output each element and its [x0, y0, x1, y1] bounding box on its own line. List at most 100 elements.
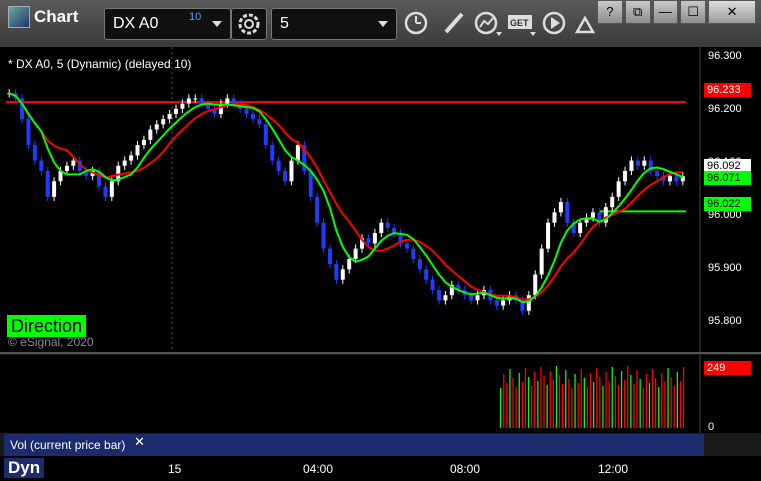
volume-bar — [500, 388, 502, 428]
volume-bar — [596, 368, 598, 428]
candle-body — [334, 264, 339, 280]
candle-body — [533, 274, 538, 296]
candle-body — [385, 222, 390, 228]
candle-body — [103, 186, 108, 197]
candle-body — [526, 295, 531, 311]
volume-bar — [664, 382, 666, 428]
close-icon[interactable]: ✕ — [134, 434, 145, 450]
candle-body — [308, 170, 313, 197]
studies-button[interactable] — [472, 8, 504, 38]
volume-tab-label: Vol (current price bar) — [10, 438, 126, 452]
volume-tab[interactable]: Vol (current price bar) ✕ — [4, 434, 704, 456]
green-line-price-badge: 96.022 — [704, 197, 751, 211]
volume-bar — [599, 377, 601, 428]
candle-body — [430, 279, 435, 291]
chevron-down-icon — [378, 21, 388, 27]
volume-bar — [521, 382, 523, 428]
candle-body — [475, 295, 480, 301]
volume-bar — [658, 387, 660, 428]
interval-text: 5 — [280, 15, 289, 32]
title-bar: Chart DX A0 10 5 GET ? ⧉ — ☐ ✕ — [0, 0, 761, 47]
candle-body — [109, 181, 114, 197]
candle-body — [250, 113, 255, 120]
volume-bar — [580, 369, 582, 428]
clock-button[interactable] — [400, 8, 432, 38]
chevron-down-icon — [212, 21, 222, 27]
pencil-icon — [444, 12, 464, 34]
candle-body — [552, 212, 557, 223]
candle-body — [231, 98, 236, 104]
candle-body — [161, 119, 166, 125]
clock-icon — [404, 11, 428, 35]
candle-body — [64, 165, 69, 171]
candle-body — [129, 155, 134, 161]
candle-body — [494, 300, 499, 306]
settings-button[interactable] — [231, 8, 267, 40]
volume-bar — [648, 383, 651, 428]
volume-max-badge: 249 — [704, 361, 751, 375]
candle-body — [655, 170, 660, 177]
candle-body — [283, 170, 288, 182]
maximize-button[interactable]: ☐ — [680, 0, 707, 24]
volume-bar — [624, 380, 626, 428]
candle-body — [424, 269, 429, 280]
volume-bar — [670, 377, 672, 428]
volume-bar — [577, 383, 579, 428]
volume-bar — [503, 374, 505, 428]
price-axis-label: 95.900 — [708, 262, 742, 274]
price-chart[interactable]: * DX A0, 5 (Dynamic) (delayed 10) Direct… — [0, 47, 761, 353]
candle-body — [372, 233, 377, 244]
volume-bar — [617, 385, 620, 428]
candle-body — [193, 98, 198, 100]
candle-body — [616, 181, 621, 197]
dynamic-mode-button[interactable]: Dyn — [4, 458, 45, 478]
volume-bar — [676, 372, 678, 428]
volume-bar — [540, 367, 542, 428]
detach-button[interactable]: ⧉ — [624, 0, 651, 24]
volume-bar — [549, 371, 551, 428]
get-data-button[interactable]: GET — [506, 8, 538, 38]
moving-average-badge: 96.071 — [704, 171, 751, 185]
candle-body — [45, 170, 50, 197]
play-button[interactable] — [540, 8, 572, 38]
candle-body — [32, 145, 37, 161]
candle-body — [263, 124, 268, 146]
volume-bar — [642, 388, 644, 428]
volume-bar — [546, 385, 548, 428]
candle-body — [174, 108, 178, 114]
interval-selector[interactable]: 5 — [271, 8, 397, 40]
candle-body — [141, 139, 146, 146]
volume-bar — [611, 367, 613, 428]
volume-zero-label: 0 — [708, 421, 715, 433]
volume-bar — [661, 373, 663, 428]
candle-body — [437, 290, 442, 301]
volume-bar — [552, 380, 554, 428]
close-button[interactable]: ✕ — [708, 0, 756, 24]
pane-divider[interactable] — [0, 352, 761, 354]
volume-bar — [589, 373, 592, 428]
chevron-up-icon — [574, 15, 596, 34]
candle-body — [590, 212, 595, 218]
volume-bar — [633, 384, 635, 428]
candle-body — [154, 124, 159, 130]
symbol-selector[interactable]: DX A0 10 — [104, 8, 231, 40]
volume-pane[interactable]: 249 0 — [0, 355, 761, 433]
candle-body — [148, 129, 153, 140]
volume-bar — [512, 378, 514, 428]
candle-body — [674, 176, 679, 182]
help-button[interactable]: ? — [597, 0, 623, 24]
volume-bar — [506, 383, 508, 428]
draw-tool-button[interactable] — [438, 8, 470, 38]
time-axis: Dyn 15 04:00 08:00 12:00 — [0, 456, 761, 481]
minimize-button[interactable]: — — [652, 0, 679, 24]
symbol-text: DX A0 — [113, 15, 159, 32]
candle-body — [629, 160, 634, 171]
candle-body — [71, 160, 76, 166]
volume-bar — [593, 382, 595, 428]
candle-body — [578, 222, 583, 234]
time-label: 12:00 — [598, 462, 629, 476]
candle-body — [295, 145, 300, 161]
candle-body — [379, 222, 384, 234]
price-chart-svg — [6, 47, 701, 353]
candle-body — [635, 160, 640, 166]
